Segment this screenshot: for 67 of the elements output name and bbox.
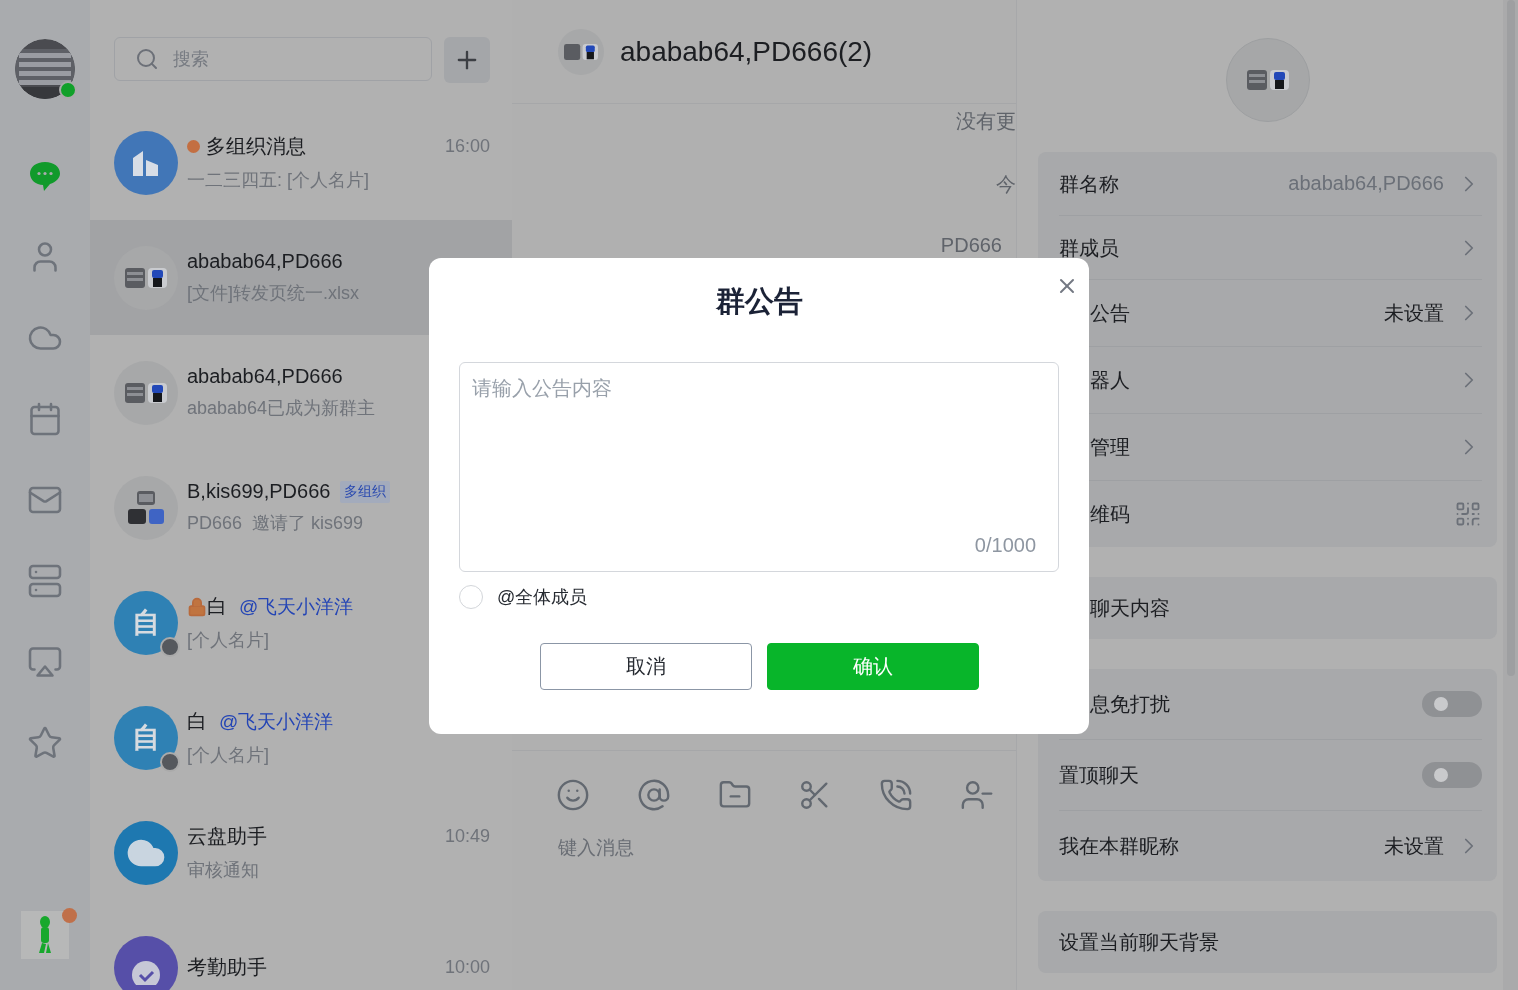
setting-row[interactable]: 我在本群昵称 未设置 — [1059, 811, 1482, 881]
search-icon — [135, 47, 159, 71]
message-preview: [个人名片] — [187, 629, 270, 652]
chat-name: ababab64,PD666 — [187, 250, 343, 273]
setting-label: 群名称 — [1059, 173, 1119, 194]
chat-title: ababab64,PD666(2) — [620, 35, 873, 68]
setting-label: 聊天内容 — [1090, 598, 1170, 618]
message-text: 没有更 — [956, 109, 1016, 134]
chat-time: 10:00 — [444, 957, 490, 978]
chat-list-item[interactable]: 自 白 @飞天小洋洋 [个人名片] — [90, 680, 512, 795]
message-preview: ababab64已成为新群主 — [187, 397, 377, 420]
chat-name: 考勤助手 — [187, 955, 267, 980]
dialog-title: 群公告 — [715, 284, 803, 319]
group-avatar — [558, 28, 604, 75]
chat-list-item[interactable]: 考勤助手 10:00 — [90, 910, 512, 990]
setting-label: 置顶聊天 — [1059, 765, 1139, 785]
organization-tag: 多组织 — [340, 480, 391, 503]
message-preview: PD666 邀请了 kis699 — [187, 512, 365, 535]
setting-label: 器人 — [1090, 370, 1130, 390]
group-avatar-icon — [125, 380, 167, 405]
checkbox-label: @全体成员 — [497, 586, 588, 609]
mention-all-checkbox[interactable] — [459, 585, 483, 609]
user-avatar: 自 — [114, 705, 178, 770]
message-text: 今 — [996, 172, 1016, 197]
phone-icon[interactable] — [879, 778, 914, 812]
at-icon[interactable] — [636, 778, 671, 812]
chat-name: ababab64,PD666 — [187, 365, 343, 388]
setting-label: 管理 — [1090, 437, 1130, 457]
setting-row[interactable]: 维码 — [1059, 481, 1482, 547]
chat-name: 白 — [187, 709, 207, 734]
chat-time: 16:00 — [444, 136, 490, 157]
group-avatar-icon — [125, 490, 167, 525]
character-counter: 0/1000 — [974, 534, 1036, 557]
app-button[interactable] — [21, 911, 69, 959]
toggle-switch[interactable] — [1422, 762, 1482, 788]
add-button[interactable] — [444, 37, 490, 83]
qr-code-icon[interactable] — [1454, 500, 1482, 528]
mention-link[interactable]: @飞天小洋洋 — [239, 593, 354, 620]
setting-label: 维码 — [1090, 504, 1130, 524]
chat-list-item[interactable]: 云盘助手 10:49 审核通知 — [90, 795, 512, 910]
message-preview: [个人名片] — [187, 744, 270, 767]
message-preview: 审核通知 — [187, 859, 260, 882]
chat-name: 云盘助手 — [187, 824, 267, 849]
setting-row[interactable]: 群名称 ababab64,PD666 — [1059, 152, 1482, 216]
setting-value: 未设置 — [1384, 300, 1444, 326]
setting-label: 公告 — [1090, 303, 1130, 323]
chat-name: 多组织消息 — [206, 134, 306, 159]
setting-label: 息免打扰 — [1090, 694, 1170, 714]
user-avatar: 自 — [114, 590, 178, 655]
group-avatar-icon — [1246, 68, 1289, 92]
mention-link[interactable]: @飞天小洋洋 — [219, 708, 334, 735]
setting-row[interactable]: 置顶聊天 — [1059, 740, 1482, 811]
setting-row[interactable]: 设置当前聊天背景 — [1059, 911, 1482, 973]
setting-label: 设置当前聊天背景 — [1059, 932, 1219, 952]
setting-value: 未设置 — [1384, 833, 1444, 859]
chat-name: 白 — [207, 594, 227, 619]
chat-name: B,kis699,PD666 — [187, 480, 331, 503]
emoji-icon[interactable] — [556, 778, 590, 812]
group-avatar-icon — [125, 265, 167, 290]
person-icon[interactable] — [960, 778, 994, 812]
setting-label: 我在本群昵称 — [1059, 836, 1179, 856]
message-text: PD666 — [940, 234, 1002, 257]
setting-value: ababab64,PD666 — [1288, 172, 1444, 195]
setting-label: 群成员 — [1059, 237, 1119, 258]
chat-time: 10:49 — [444, 826, 490, 847]
cancel-button[interactable]: 取消 — [539, 643, 752, 690]
toggle-switch[interactable] — [1422, 691, 1482, 717]
